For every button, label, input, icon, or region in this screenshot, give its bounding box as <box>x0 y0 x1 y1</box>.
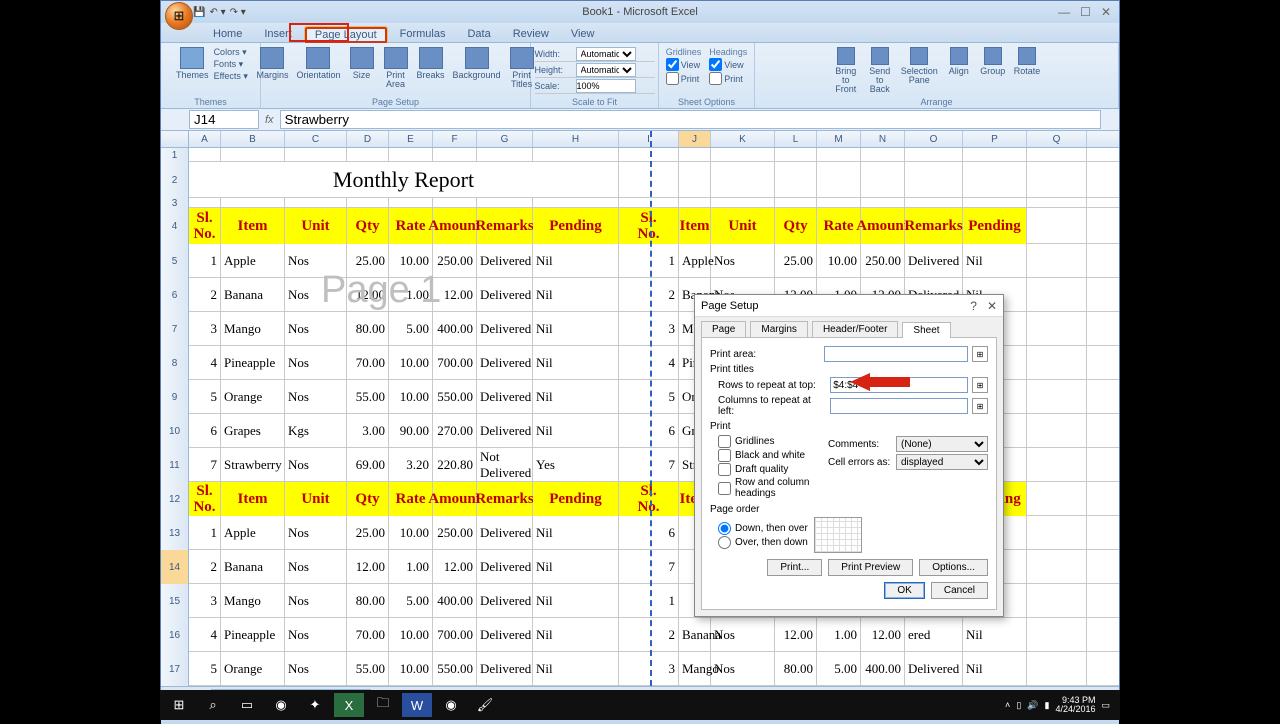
dialog-tab-header-footer[interactable]: Header/Footer <box>812 321 898 337</box>
background-button[interactable]: Background <box>450 45 504 82</box>
name-box[interactable] <box>189 110 259 129</box>
themes-button[interactable]: Themes <box>173 45 212 82</box>
tab-view[interactable]: View <box>561 26 605 42</box>
print-area-input[interactable] <box>824 346 968 362</box>
window-title: Book1 - Microsoft Excel <box>582 6 698 18</box>
search-icon[interactable]: ⌕ <box>198 693 228 717</box>
cols-repeat-input[interactable] <box>830 398 968 414</box>
network-icon[interactable]: ▯ <box>1016 700 1021 711</box>
breaks-button[interactable]: Breaks <box>414 45 448 82</box>
options-button[interactable]: Options... <box>919 559 988 576</box>
tab-insert[interactable]: Insert <box>254 26 302 42</box>
size-button[interactable]: Size <box>346 45 378 82</box>
volume-icon[interactable]: 🔊 <box>1027 700 1038 711</box>
dialog-close-icon[interactable]: ✕ <box>987 299 997 313</box>
tab-formulas[interactable]: Formulas <box>390 26 456 42</box>
down-then-over[interactable]: Down, then over <box>718 522 808 535</box>
tray-up-icon[interactable]: ˄ <box>1005 700 1010 710</box>
formula-bar: fx <box>161 109 1119 131</box>
height-select[interactable]: Automatic <box>576 63 636 77</box>
clock[interactable]: 9:43 PM4/24/2016 <box>1055 696 1095 714</box>
dialog-tab-margins[interactable]: Margins <box>750 321 808 337</box>
start-button[interactable]: ⊞ <box>164 693 194 717</box>
paint-icon[interactable]: 🖌 <box>470 693 500 717</box>
page-setup-dialog: Page Setup ?✕ PageMarginsHeader/FooterSh… <box>694 294 1004 617</box>
print-area-button[interactable]: PrintArea <box>380 45 412 91</box>
undo-icon[interactable]: ↶ ▾ <box>209 7 225 18</box>
chrome2-icon[interactable]: ◉ <box>436 693 466 717</box>
bw-check[interactable]: Black and white <box>718 449 828 462</box>
gridlines-view[interactable]: View <box>666 58 702 71</box>
errors-select[interactable]: displayed <box>896 454 988 470</box>
close-icon[interactable]: ✕ <box>1101 5 1111 19</box>
cancel-button[interactable]: Cancel <box>931 582 988 599</box>
formula-input[interactable] <box>280 110 1101 129</box>
print-preview-button[interactable]: Print Preview <box>828 559 913 576</box>
redo-icon[interactable]: ↷ ▾ <box>230 7 246 18</box>
comments-select[interactable]: (None) <box>896 436 988 452</box>
rowcol-check[interactable]: Row and column headings <box>718 477 828 499</box>
dialog-tab-page[interactable]: Page <box>701 321 746 337</box>
ref-button[interactable]: ⊞ <box>972 377 988 393</box>
ref-button[interactable]: ⊞ <box>972 398 988 414</box>
excel-icon[interactable]: X <box>334 693 364 717</box>
scale-input[interactable] <box>576 79 636 93</box>
taskbar: ⊞ ⌕ ▭ ◉ ✦ X 🗀 W ◉ 🖌 ˄ ▯ 🔊 ▮ 9:43 PM4/24/… <box>160 690 1120 720</box>
ribbon: Themes Colors ▾Fonts ▾Effects ▾ Themes M… <box>161 43 1119 109</box>
taskview-icon[interactable]: ▭ <box>232 693 262 717</box>
word-icon[interactable]: W <box>402 693 432 717</box>
tab-home[interactable]: Home <box>203 26 252 42</box>
minimize-icon[interactable]: — <box>1058 5 1070 19</box>
ribbon-tabs: HomeInsertPage LayoutFormulasDataReviewV… <box>161 23 1119 43</box>
draft-check[interactable]: Draft quality <box>718 463 828 476</box>
tab-review[interactable]: Review <box>503 26 559 42</box>
office-button[interactable]: ⊞ <box>165 2 193 30</box>
tab-page-layout[interactable]: Page Layout <box>304 26 388 43</box>
orientation-button[interactable]: Orientation <box>293 45 343 82</box>
margins-button[interactable]: Margins <box>253 45 291 82</box>
save-icon[interactable]: 💾 <box>193 7 205 18</box>
battery-icon[interactable]: ▮ <box>1044 700 1049 711</box>
maximize-icon[interactable]: ☐ <box>1080 5 1091 19</box>
page-order-preview <box>814 517 862 553</box>
ok-button[interactable]: OK <box>884 582 924 599</box>
headings-print[interactable]: Print <box>709 72 747 85</box>
over-then-down[interactable]: Over, then down <box>718 536 808 549</box>
gridlines-print[interactable]: Print <box>666 72 702 85</box>
app-icon[interactable]: ✦ <box>300 693 330 717</box>
notifications-icon[interactable]: ▭ <box>1101 700 1110 711</box>
help-icon[interactable]: ? <box>970 299 977 313</box>
headings-view[interactable]: View <box>709 58 747 71</box>
titlebar: 💾 ↶ ▾ ↷ ▾ Book1 - Microsoft Excel — ☐ ✕ <box>161 1 1119 23</box>
dialog-tab-sheet[interactable]: Sheet <box>902 322 950 338</box>
rows-repeat-input[interactable] <box>830 377 968 393</box>
width-select[interactable]: Automatic <box>576 47 636 61</box>
fx-icon[interactable]: fx <box>265 114 274 126</box>
ref-button[interactable]: ⊞ <box>972 346 988 362</box>
print-button[interactable]: Print... <box>767 559 822 576</box>
folder-icon[interactable]: 🗀 <box>368 693 398 717</box>
tab-data[interactable]: Data <box>457 26 500 42</box>
gridlines-check[interactable]: Gridlines <box>718 435 828 448</box>
chrome-icon[interactable]: ◉ <box>266 693 296 717</box>
